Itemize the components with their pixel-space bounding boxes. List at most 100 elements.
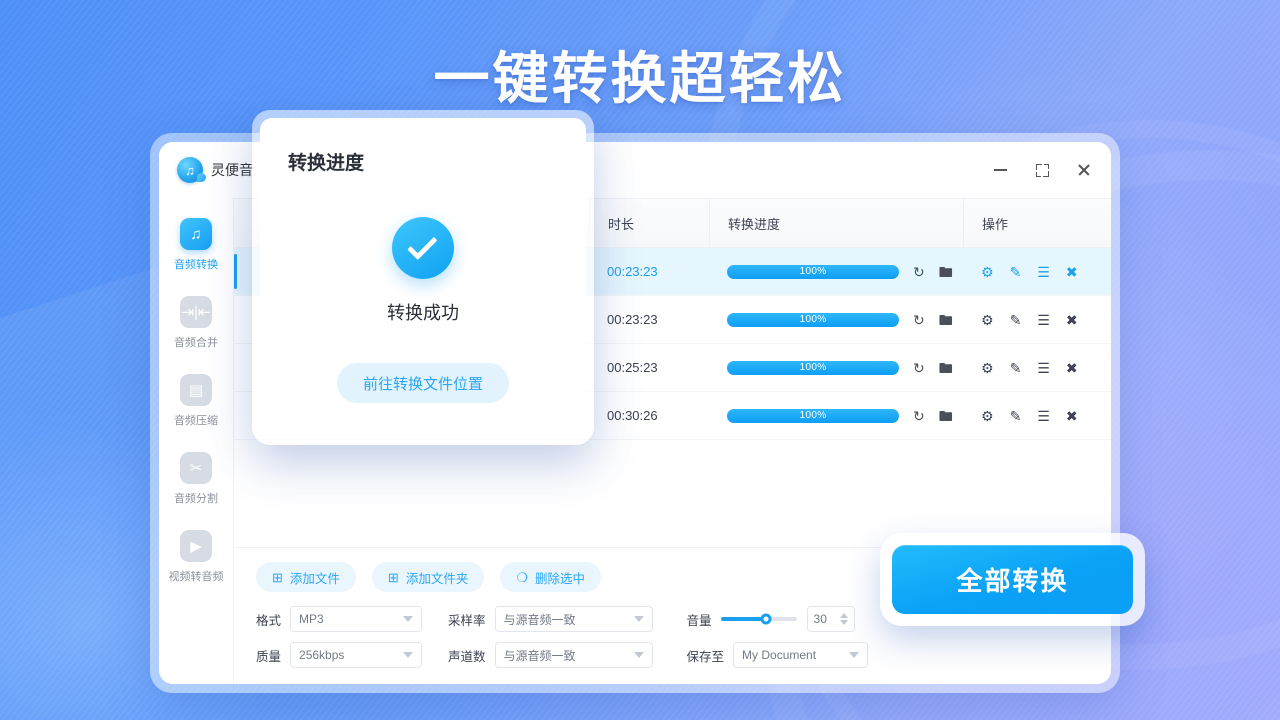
folder-icon[interactable]: 🖿 [939,265,953,279]
stepper-arrows [839,613,848,625]
table-header-duration: 时长 [589,199,709,247]
list-icon[interactable]: ☰ [1037,409,1050,423]
volume-stepper[interactable]: 30 [806,606,855,632]
sidebar-item-label: 音频转换 [174,259,218,271]
refresh-icon[interactable]: ↻ [913,361,925,375]
list-icon[interactable]: ☰ [1037,313,1050,327]
window-controls [989,159,1095,181]
samplerate-select[interactable]: 与源音频一致 [494,606,653,632]
add-file-label: 添加文件 [289,571,340,586]
row-actions-cell: ⚙ ✎ ☰ ✖ [963,344,1111,391]
sidebar-item-video-to-audio[interactable]: ▶ 视频转音频 [161,530,231,584]
sidebar-item-label: 音频压缩 [174,415,218,427]
format-value: MP3 [299,612,324,626]
row-actions-cell: ⚙ ✎ ☰ ✖ [963,248,1111,295]
add-file-button[interactable]: ⊞ 添加文件 [256,562,356,592]
go-to-output-folder-button[interactable]: 前往转换文件位置 [336,363,509,403]
saveto-value: My Document [742,648,817,662]
gear-icon[interactable]: ⚙ [981,361,994,375]
row-duration: 00:23:23 [607,312,658,327]
circle-close-icon[interactable]: ✖ [1066,265,1078,279]
saveto-select[interactable]: My Document [733,642,869,668]
gear-icon[interactable]: ⚙ [981,409,994,423]
sidebar-item-label: 视频转音频 [168,571,224,583]
saveto-field: 保存至 My Document [687,642,869,668]
format-select[interactable]: MP3 [290,606,423,632]
sidebar-item-audio-merge[interactable]: ⇥|⇤ 音频合并 [161,296,231,350]
volume-label: 音量 [686,613,712,628]
circle-close-icon[interactable]: ✖ [1066,313,1078,327]
progress-bar: 100% [727,264,899,279]
refresh-icon[interactable]: ↻ [913,265,925,279]
brand-name: 灵便音 [211,162,253,178]
sidebar-item-audio-compress[interactable]: ▤ 音频压缩 [161,374,231,428]
channels-value: 与源音频一致 [503,648,576,663]
format-label: 格式 [256,613,282,628]
gear-icon[interactable]: ⚙ [981,265,994,279]
volume-value: 30 [813,612,827,626]
volume-slider[interactable] [720,613,797,625]
channels-select[interactable]: 与源音频一致 [494,642,653,668]
circle-close-icon[interactable]: ✖ [1066,361,1078,375]
delete-selected-button[interactable]: ❍ 删除选中 [500,562,602,592]
check-mark [407,229,438,260]
format-field: 格式 MP3 [256,606,423,632]
row-duration: 00:25:23 [607,360,658,375]
file-plus-icon: ⊞ [272,569,283,585]
dialog-title: 转换进度 [288,153,365,174]
dialog-inner: 转换进度 转换成功 前往转换文件位置 [260,118,586,437]
samplerate-field: 采样率 与源音频一致 [448,606,653,632]
progress-bar: 100% [727,360,899,375]
folder-icon[interactable]: 🖿 [939,409,953,423]
settings-row-2: 质量 256kbps 声道数 与源音频一致 保存至 My Document [256,642,1089,668]
conversion-progress-dialog: 转换进度 转换成功 前往转换文件位置 [252,110,594,445]
saveto-label: 保存至 [686,649,725,664]
delete-selected-label: 删除选中 [535,571,586,586]
convert-all-button[interactable]: 全部转换 [892,545,1133,614]
dialog-message: 转换成功 [387,303,459,323]
quality-select[interactable]: 256kbps [290,642,423,668]
sidebar-item-audio-convert[interactable]: ♫ 音频转换 [161,218,231,272]
refresh-icon[interactable]: ↻ [913,313,925,327]
maximize-icon [1035,163,1049,177]
music-note-icon: ♫ [180,218,212,250]
list-icon[interactable]: ☰ [1037,361,1050,375]
channels-field: 声道数 与源音频一致 [448,642,653,668]
volume-slider-knob[interactable] [760,613,772,625]
row-progress-cell: 100% ↻ 🖿 [709,296,963,343]
pencil-icon[interactable]: ✎ [1010,409,1022,423]
folder-icon[interactable]: 🖿 [939,313,953,327]
row-actions-cell: ⚙ ✎ ☰ ✖ [963,392,1111,439]
table-header-progress: 转换进度 [709,199,963,247]
close-button[interactable] [1073,159,1095,181]
refresh-icon[interactable]: ↻ [913,409,925,423]
pencil-icon[interactable]: ✎ [1010,361,1022,375]
brand: ♫ 灵便音 [177,157,253,183]
folder-icon[interactable]: 🖿 [939,361,953,375]
samplerate-label: 采样率 [448,613,486,628]
pencil-icon[interactable]: ✎ [1010,313,1022,327]
sidebar-item-audio-split[interactable]: ✂ 音频分割 [161,452,231,506]
stepper-up-icon[interactable] [839,613,848,618]
chevron-down-icon [403,652,414,658]
list-icon[interactable]: ☰ [1037,265,1050,279]
circle-close-icon[interactable]: ✖ [1066,409,1078,423]
scissors-icon: ✂ [180,452,212,484]
pencil-icon[interactable]: ✎ [1010,265,1022,279]
row-progress-cell: 100% ↻ 🖿 [709,248,963,295]
minimize-button[interactable] [989,159,1011,181]
merge-icon: ⇥|⇤ [180,296,212,328]
close-icon [1077,163,1091,177]
gear-icon[interactable]: ⚙ [981,313,994,327]
sidebar-item-label: 音频合并 [174,337,218,349]
channels-label: 声道数 [448,649,486,664]
add-folder-button[interactable]: ⊞ 添加文件夹 [371,562,485,592]
stepper-down-icon[interactable] [839,620,848,625]
maximize-button[interactable] [1031,159,1053,181]
chevron-down-icon [633,652,644,658]
compress-icon: ▤ [180,374,212,406]
add-folder-label: 添加文件夹 [405,571,469,586]
quality-field: 质量 256kbps [256,642,423,668]
row-duration: 00:23:23 [607,264,658,279]
video-camera-icon: ▶ [180,530,212,562]
